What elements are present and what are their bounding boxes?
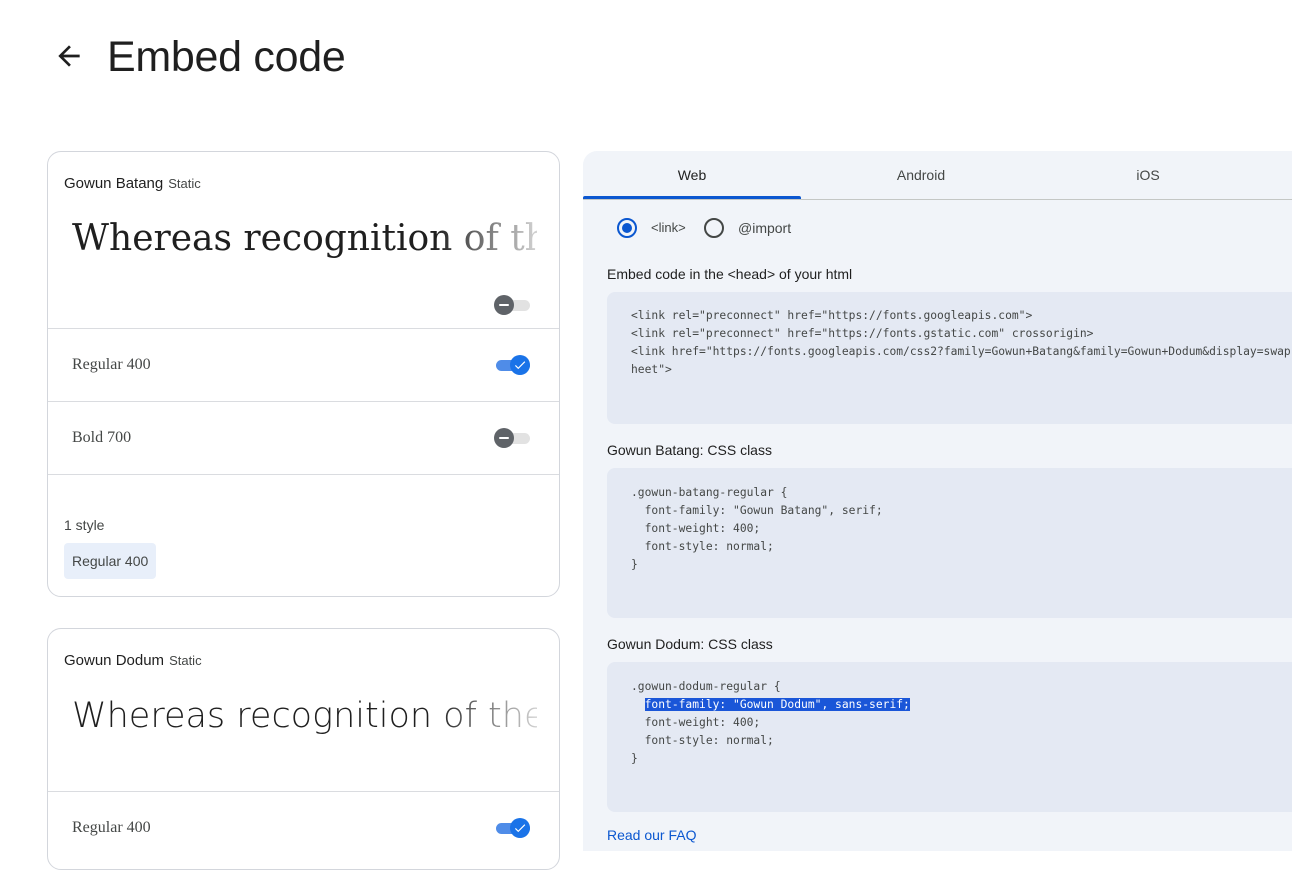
style-row-regular-400[interactable]: Regular 400 (48, 329, 559, 401)
code-line: } (631, 752, 638, 765)
minus-icon (494, 295, 514, 315)
tab-web[interactable]: Web (583, 151, 801, 199)
font-sample: Whereas recognition of the (72, 686, 537, 746)
page-title: Embed code (107, 33, 346, 81)
tab-android[interactable]: Android (811, 151, 1031, 199)
code-line: font-weight: 400; (631, 522, 761, 535)
style-toggle-regular-400[interactable] (494, 818, 530, 838)
code-line: font-family: "Gowun Dodum", sans-serif; (631, 696, 910, 714)
style-toggle-regular-400[interactable] (494, 355, 530, 375)
section-label-dodum-css: Gowun Dodum: CSS class (607, 636, 773, 652)
font-sample-text: Whereas recognition of the (72, 696, 537, 736)
code-line: font-style: normal; (631, 734, 774, 747)
font-sample: Whereas recognition of the (72, 209, 537, 269)
font-card-header: Gowun Dodum Static (64, 652, 202, 670)
style-label: Regular 400 (72, 356, 151, 373)
font-type-label: Static (169, 653, 202, 668)
radio-link-label[interactable]: <link> (651, 219, 686, 237)
code-block-batang-css[interactable]: .gowun-batang-regular { font-family: "Go… (607, 468, 1292, 618)
tab-ios[interactable]: iOS (1038, 151, 1258, 199)
minus-icon (494, 428, 514, 448)
selected-style-chip: Regular 400 (64, 543, 157, 579)
check-icon (514, 361, 526, 370)
style-toggle-bold-700[interactable] (494, 428, 530, 448)
code-block-dodum-css[interactable]: .gowun-dodum-regular { font-family: "Gow… (607, 662, 1292, 812)
code-line: heet"> (631, 363, 672, 376)
font-card-gowun-batang: Gowun Batang Static Whereas recognition o… (47, 151, 560, 597)
font-name: Gowun Batang (64, 175, 164, 192)
radio-link[interactable] (617, 218, 637, 238)
code-line: <link rel="preconnect" href="https://fon… (631, 327, 1094, 340)
check-icon (514, 824, 526, 833)
code-block-embed[interactable]: <link rel="preconnect" href="https://fon… (607, 292, 1292, 424)
style-row-bold-700[interactable]: Bold 700 (48, 402, 559, 474)
code-line: .gowun-dodum-regular { (631, 680, 781, 693)
font-card-gowun-dodum: Gowun Dodum Static Whereas recognition of… (47, 628, 560, 870)
style-label: Bold 700 (72, 429, 132, 446)
font-family-toggle[interactable] (494, 295, 530, 315)
section-label-embed: Embed code in the <head> of your html (607, 266, 853, 282)
selected-style-count: 1 style (64, 517, 105, 533)
code-line: <link rel="preconnect" href="https://fon… (631, 309, 1033, 322)
embed-code-panel: Web Android iOS <link> @import Embed cod… (583, 151, 1292, 851)
style-row-regular-400[interactable]: Regular 400 (48, 792, 559, 864)
code-line: font-style: normal; (631, 540, 774, 553)
font-name: Gowun Dodum (64, 652, 165, 669)
section-label-batang-css: Gowun Batang: CSS class (607, 442, 772, 458)
radio-import-label[interactable]: @import (738, 219, 791, 237)
back-arrow-icon[interactable] (53, 40, 85, 72)
highlighted-code: font-family: "Gowun Dodum", sans-serif; (644, 698, 910, 711)
code-line: .gowun-batang-regular { (631, 486, 788, 499)
code-line: <link href="https://fonts.googleapis.com… (631, 345, 1292, 358)
faq-link[interactable]: Read our FAQ (607, 827, 697, 843)
font-sample-text: Whereas recognition of the (72, 218, 537, 259)
font-type-label: Static (168, 176, 201, 191)
code-line: font-family: "Gowun Batang", serif; (631, 504, 883, 517)
font-card-header: Gowun Batang Static (64, 175, 201, 193)
radio-import[interactable] (704, 218, 724, 238)
code-line: font-weight: 400; (631, 716, 761, 729)
code-line: } (631, 558, 638, 571)
style-label: Regular 400 (72, 819, 151, 836)
